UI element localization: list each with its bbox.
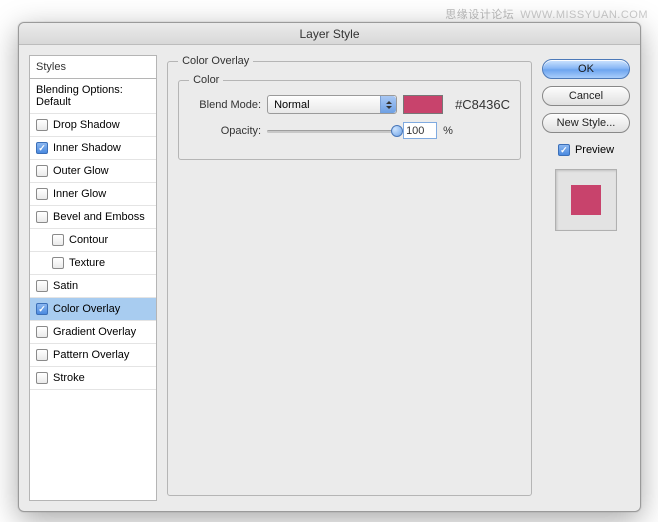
hex-annotation: #C8436C xyxy=(455,97,510,112)
style-label: Inner Shadow xyxy=(53,142,121,154)
opacity-label: Opacity: xyxy=(189,125,261,137)
style-label: Texture xyxy=(69,257,105,269)
style-row-texture[interactable]: Texture xyxy=(30,252,156,275)
layer-style-dialog: Layer Style Styles Blending Options: Def… xyxy=(18,22,641,512)
slider-track xyxy=(267,130,397,133)
dialog-title: Layer Style xyxy=(19,23,640,45)
style-label: Gradient Overlay xyxy=(53,326,136,338)
new-style-button[interactable]: New Style... xyxy=(542,113,630,133)
style-checkbox[interactable] xyxy=(52,234,64,246)
style-row-stroke[interactable]: Stroke xyxy=(30,367,156,390)
style-checkbox[interactable] xyxy=(36,165,48,177)
blend-mode-select[interactable]: Normal xyxy=(267,95,397,114)
color-overlay-group: Color Overlay Color Blend Mode: Normal #… xyxy=(167,61,532,496)
style-row-inner-glow[interactable]: Inner Glow xyxy=(30,183,156,206)
select-arrows-icon xyxy=(380,96,396,113)
style-checkbox[interactable] xyxy=(52,257,64,269)
blending-options-row[interactable]: Blending Options: Default xyxy=(30,79,156,114)
styles-header[interactable]: Styles xyxy=(30,56,156,79)
style-label: Drop Shadow xyxy=(53,119,120,131)
style-row-color-overlay[interactable]: Color Overlay xyxy=(30,298,156,321)
color-group-title: Color xyxy=(189,74,223,86)
style-checkbox[interactable] xyxy=(36,188,48,200)
slider-thumb[interactable] xyxy=(391,125,403,137)
style-row-inner-shadow[interactable]: Inner Shadow xyxy=(30,137,156,160)
style-checkbox[interactable] xyxy=(36,349,48,361)
opacity-input[interactable] xyxy=(403,122,437,139)
effect-settings-panel: Color Overlay Color Blend Mode: Normal #… xyxy=(167,55,532,501)
style-row-satin[interactable]: Satin xyxy=(30,275,156,298)
style-label: Outer Glow xyxy=(53,165,109,177)
style-row-bevel-and-emboss[interactable]: Bevel and Emboss xyxy=(30,206,156,229)
preview-label: Preview xyxy=(575,144,614,156)
style-label: Color Overlay xyxy=(53,303,120,315)
percent-label: % xyxy=(443,125,453,137)
cancel-button[interactable]: Cancel xyxy=(542,86,630,106)
style-label: Stroke xyxy=(53,372,85,384)
style-row-outer-glow[interactable]: Outer Glow xyxy=(30,160,156,183)
style-checkbox[interactable] xyxy=(36,142,48,154)
style-row-pattern-overlay[interactable]: Pattern Overlay xyxy=(30,344,156,367)
watermark: 思缘设计论坛WWW.MISSYUAN.COM xyxy=(445,6,648,22)
style-checkbox[interactable] xyxy=(36,280,48,292)
style-label: Pattern Overlay xyxy=(53,349,129,361)
style-label: Bevel and Emboss xyxy=(53,211,145,223)
group-title: Color Overlay xyxy=(178,55,253,67)
opacity-slider[interactable] xyxy=(267,124,397,138)
preview-color xyxy=(571,185,601,215)
blend-mode-value: Normal xyxy=(274,99,309,111)
style-checkbox[interactable] xyxy=(36,326,48,338)
preview-checkbox[interactable] xyxy=(558,144,570,156)
color-swatch[interactable] xyxy=(403,95,443,114)
style-row-gradient-overlay[interactable]: Gradient Overlay xyxy=(30,321,156,344)
color-group: Color Blend Mode: Normal #C8436C Opacity… xyxy=(178,80,521,160)
style-label: Satin xyxy=(53,280,78,292)
style-row-drop-shadow[interactable]: Drop Shadow xyxy=(30,114,156,137)
style-checkbox[interactable] xyxy=(36,372,48,384)
style-row-contour[interactable]: Contour xyxy=(30,229,156,252)
ok-button[interactable]: OK xyxy=(542,59,630,79)
style-checkbox[interactable] xyxy=(36,119,48,131)
style-label: Inner Glow xyxy=(53,188,106,200)
style-checkbox[interactable] xyxy=(36,211,48,223)
styles-list: Styles Blending Options: Default Drop Sh… xyxy=(29,55,157,501)
blend-mode-label: Blend Mode: xyxy=(189,99,261,111)
dialog-buttons: OK Cancel New Style... Preview xyxy=(542,55,630,501)
preview-swatch-box xyxy=(555,169,617,231)
style-label: Contour xyxy=(69,234,108,246)
style-checkbox[interactable] xyxy=(36,303,48,315)
